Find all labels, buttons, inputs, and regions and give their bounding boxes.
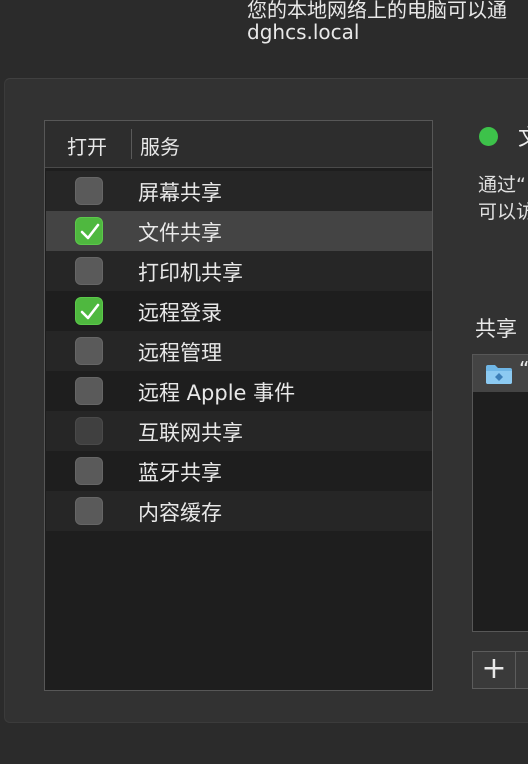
service-row-file-sharing[interactable]: 文件共享: [46, 211, 432, 251]
checkbox-printer-sharing[interactable]: [75, 257, 103, 285]
service-label: 内容缓存: [138, 501, 222, 525]
service-row-remote-management[interactable]: 远程管理: [46, 331, 432, 371]
checkbox-remote-login[interactable]: [75, 297, 103, 325]
status-indicator-icon: [479, 127, 498, 146]
shared-folders-list[interactable]: “: [472, 354, 528, 632]
service-label: 蓝牙共享: [138, 461, 222, 485]
add-shared-folder-button[interactable]: +: [473, 652, 516, 688]
checkmark-icon: [80, 223, 100, 240]
service-row-printer-sharing[interactable]: 打印机共享: [46, 251, 432, 291]
shared-folders-label: 共享: [475, 317, 517, 341]
column-header-open[interactable]: 打开: [67, 131, 107, 160]
shared-folder-row[interactable]: “: [473, 355, 528, 392]
service-row-internet-sharing[interactable]: 互联网共享: [46, 411, 432, 451]
shared-folder-name: “: [519, 357, 528, 381]
table-header: 打开 服务: [45, 121, 432, 168]
checkbox-file-sharing[interactable]: [75, 217, 103, 245]
column-divider[interactable]: [131, 129, 132, 159]
service-label: 打印机共享: [138, 261, 243, 285]
checkbox-remote-apple-events[interactable]: [75, 377, 103, 405]
shared-folder-icon: [486, 365, 512, 384]
services-table: 打开 服务 屏幕共享 文件共享 打印机共享 远程登录 远程管理 远程 Apple…: [44, 120, 433, 691]
sharing-window: 您的本地网络上的电脑可以通 dghcs.local 打开 服务 屏幕共享 文件共…: [0, 0, 528, 764]
checkbox-remote-management[interactable]: [75, 337, 103, 365]
service-row-remote-login[interactable]: 远程登录: [46, 291, 432, 331]
checkmark-icon: [80, 303, 100, 320]
column-header-service[interactable]: 服务: [140, 131, 180, 160]
service-label: 远程登录: [138, 301, 222, 325]
checkbox-screen-sharing[interactable]: [75, 177, 103, 205]
status-text: 文: [518, 120, 528, 152]
detail-description-line1: 通过“: [478, 174, 526, 196]
service-row-bluetooth-sharing[interactable]: 蓝牙共享: [46, 451, 432, 491]
service-row-remote-apple-events[interactable]: 远程 Apple 事件: [46, 371, 432, 411]
checkbox-internet-sharing: [75, 417, 103, 445]
service-row-screen-sharing[interactable]: 屏幕共享: [46, 171, 432, 211]
detail-description-line2: 可以访: [478, 201, 528, 223]
service-label: 远程管理: [138, 341, 222, 365]
checkbox-content-caching[interactable]: [75, 497, 103, 525]
service-label: 互联网共享: [138, 421, 243, 445]
service-label: 屏幕共享: [138, 181, 222, 205]
service-row-content-caching[interactable]: 内容缓存: [46, 491, 432, 531]
service-label: 远程 Apple 事件: [138, 381, 296, 405]
shared-folders-controls: +: [472, 651, 528, 689]
checkbox-bluetooth-sharing[interactable]: [75, 457, 103, 485]
computer-hostname: dghcs.local: [247, 20, 360, 44]
service-label: 文件共享: [138, 221, 222, 245]
